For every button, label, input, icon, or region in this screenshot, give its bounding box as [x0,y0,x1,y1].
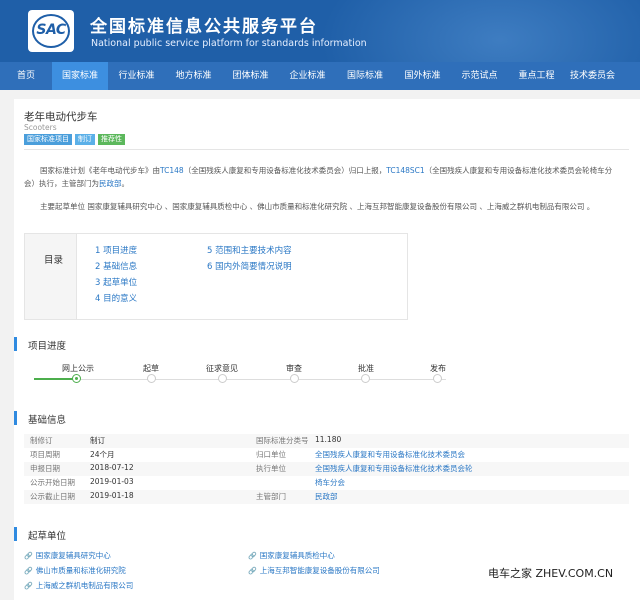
nav-local-standards[interactable]: 地方标准 [165,62,222,90]
progress-dot-published [72,374,81,383]
section-bar [14,411,17,425]
site-title: 全国标准信息公共服务平台 [90,17,318,37]
drafting-unit-link[interactable]: 🔗 国家康复辅具研究中心 [24,550,111,561]
tag-nature: 推荐性 [98,134,125,145]
logo-text: SAC [36,22,66,38]
tag-project-type: 国家标准项目 [24,134,72,145]
site-header: SAC 全国标准信息公共服务平台 National public service… [0,0,640,62]
main-nav: 首页 国家标准 行业标准 地方标准 团体标准 企业标准 国际标准 国外标准 示范… [0,62,640,90]
toc-heading-box: 目录 [25,234,77,319]
tag-revision: 制订 [75,134,95,145]
info-label: 主管部门 [256,492,286,501]
info-row: 公示截止日期 2019-01-18 主管部门 民政部 [24,490,629,504]
drafting-unit-link[interactable]: 🔗 佛山市质量和标准化研究院 [24,565,126,576]
progress-step-label: 网上公示 [62,364,94,373]
progress-dot-drafting [147,374,156,383]
info-value: 2019-01-03 [90,477,134,486]
drafting-unit-link[interactable]: 🔗 上海威之群机电制品有限公司 [24,580,133,591]
nav-enterprise-standards[interactable]: 企业标准 [279,62,336,90]
watermark: 电车之家 ZHEV.COM.CN [488,567,614,580]
progress-dot-comments [218,374,227,383]
sac-logo[interactable]: SAC [28,10,74,52]
toc-item-scope[interactable]: 5 范围和主要技术内容 [207,244,292,256]
progress-step-label: 发布 [430,364,446,373]
info-row: 公示开始日期 2019-01-03 椅车分会 [24,476,629,490]
section-title: 基础信息 [28,415,67,426]
toc-heading: 目录 [44,255,64,266]
section-title: 项目进度 [28,341,67,352]
site-subtitle: National public service platform for sta… [91,38,367,49]
info-value-link[interactable]: 椅车分会 [315,477,345,488]
drafting-unit-link[interactable]: 🔗 国家康复辅具质检中心 [248,550,335,561]
link-icon: 🔗 [248,552,257,560]
section-bar [14,527,17,541]
info-label: 执行单位 [256,464,286,473]
toc-item-overview[interactable]: 6 国内外简要情况说明 [207,260,292,272]
info-value: 24个月 [90,450,115,459]
table-of-contents: 目录 1 项目进度 2 基础信息 3 起草单位 4 目的意义 5 范围和主要技术… [24,233,408,320]
link-icon: 🔗 [248,567,257,575]
progress-step-label: 起草 [143,364,159,373]
nav-industry-standards[interactable]: 行业标准 [108,62,165,90]
info-value: 11.180 [315,435,342,444]
department-link[interactable]: 民政部 [99,179,122,188]
standard-title: 老年电动代步车 [24,111,98,123]
progress-line-pending [76,379,446,380]
info-row: 项目周期 24个月 归口单位 全国残疾人康复和专用设备标准化技术委员会 [24,448,629,462]
info-value: 制订 [90,436,105,445]
info-label: 公示开始日期 [30,478,75,487]
header-glow [320,0,640,62]
drafters-line: 主要起草单位 国家康复辅具研究中心 、国家康复辅具质检中心 、佛山市质量和标准化… [40,202,595,211]
progress-step-label: 审查 [286,364,302,373]
info-label: 申报日期 [30,464,60,473]
info-value: 2018-07-12 [90,463,134,472]
info-label: 归口单位 [256,450,286,459]
section-bar [14,337,17,351]
progress-line-done [34,378,76,380]
title-divider [24,149,629,150]
info-row: 制修订 制订 国际标准分类号 11.180 [24,434,629,448]
info-label: 项目周期 [30,450,60,459]
toc-item-purpose[interactable]: 4 目的意义 [95,292,137,304]
info-label: 制修订 [30,436,53,445]
info-value-link[interactable]: 民政部 [315,491,338,502]
description-line-2: 会）执行，主管部门为民政部。 [24,179,129,188]
description-line-1: 国家标准计划《老年电动代步车》由TC148（全国残疾人康复和专用设备标准化技术委… [40,166,613,175]
toc-item-progress[interactable]: 1 项目进度 [95,244,137,256]
info-value: 2019-01-18 [90,491,134,500]
info-value-link[interactable]: 全国残疾人康复和专用设备标准化技术委员会 [315,449,465,460]
info-label: 公示截止日期 [30,492,75,501]
nav-foreign-standards[interactable]: 国外标准 [394,62,451,90]
drafting-unit-link[interactable]: 🔗 上海互邦智能康复设备股份有限公司 [248,565,380,576]
link-icon: 🔗 [24,567,33,575]
progress-step-label: 征求意见 [206,364,238,373]
progress-dot-review [290,374,299,383]
info-row: 申报日期 2018-07-12 执行单位 全国残疾人康复和专用设备标准化技术委员… [24,462,629,476]
nav-technical-committees[interactable]: 技术委员会 [565,62,620,90]
tc148sc1-link[interactable]: TC148SC1 [386,166,424,175]
nav-key-projects[interactable]: 重点工程 [508,62,565,90]
nav-home[interactable]: 首页 [0,62,52,90]
toc-item-basic-info[interactable]: 2 基础信息 [95,260,137,272]
info-label: 国际标准分类号 [256,436,309,445]
standard-tags: 国家标准项目 制订 推荐性 [24,134,125,145]
nav-international-standards[interactable]: 国际标准 [336,62,394,90]
tc148-link[interactable]: TC148 [160,166,184,175]
nav-pilot-demo[interactable]: 示范试点 [451,62,508,90]
link-icon: 🔗 [24,552,33,560]
nav-group-standards[interactable]: 团体标准 [222,62,279,90]
progress-dot-release [433,374,442,383]
standard-detail-card: 老年电动代步车 Scooters 国家标准项目 制订 推荐性 国家标准计划《老年… [14,99,640,600]
progress-dot-approval [361,374,370,383]
link-icon: 🔗 [24,582,33,590]
nav-national-standards[interactable]: 国家标准 [52,62,108,90]
toc-item-drafting-units[interactable]: 3 起草单位 [95,276,137,288]
progress-step-label: 批准 [358,364,374,373]
standard-title-en: Scooters [24,123,57,132]
section-title: 起草单位 [28,531,67,542]
info-value-link[interactable]: 全国残疾人康复和专用设备标准化技术委员会轮 [315,463,473,474]
